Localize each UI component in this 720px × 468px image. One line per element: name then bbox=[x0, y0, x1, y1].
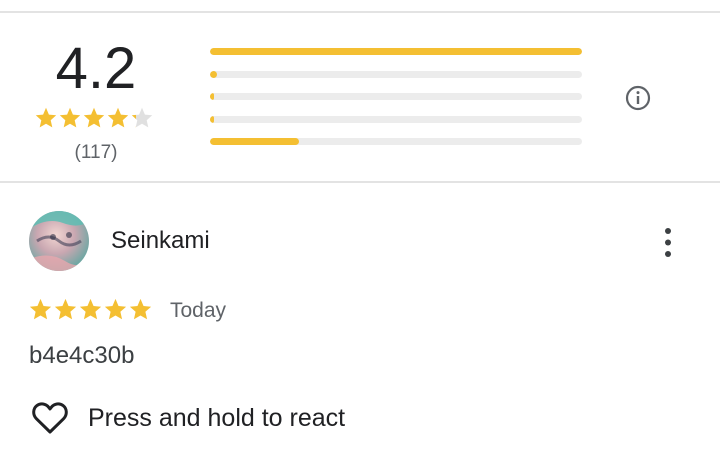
rating-distribution bbox=[210, 48, 582, 161]
rating-bar-fill bbox=[210, 70, 218, 78]
section-divider bbox=[0, 181, 720, 183]
review-text: b4e4c30b bbox=[29, 342, 135, 369]
avatar[interactable] bbox=[29, 211, 89, 271]
more-options-button[interactable] bbox=[654, 224, 682, 262]
rating-bar-4 bbox=[210, 70, 582, 78]
rating-bar-5 bbox=[210, 48, 582, 55]
review-count: (117) bbox=[74, 142, 118, 163]
star-icon bbox=[129, 298, 152, 320]
rating-bar-fill bbox=[210, 138, 300, 145]
star-icon bbox=[104, 298, 127, 320]
rating-bar-1 bbox=[210, 138, 582, 145]
rating-bar-3 bbox=[210, 93, 582, 100]
average-stars bbox=[34, 106, 154, 136]
heart-outline-icon bbox=[32, 402, 68, 434]
rating-bar-2 bbox=[210, 115, 582, 123]
rating-bar-fill bbox=[210, 115, 215, 123]
star-icon bbox=[29, 298, 52, 320]
rating-bar-fill bbox=[210, 93, 215, 100]
react-button[interactable]: Press and hold to react bbox=[30, 398, 345, 438]
star-icon bbox=[54, 298, 77, 320]
review-date: Today bbox=[170, 299, 227, 322]
star-icon bbox=[35, 107, 57, 128]
react-label: Press and hold to react bbox=[88, 404, 346, 432]
star-icon bbox=[79, 298, 102, 320]
review-author[interactable]: Seinkami bbox=[111, 226, 210, 256]
review-stars bbox=[28, 297, 153, 327]
info-icon bbox=[625, 85, 651, 111]
top-divider bbox=[0, 11, 720, 13]
more-vert-icon bbox=[665, 228, 671, 257]
average-rating: 4.2 bbox=[55, 36, 137, 101]
star-icon bbox=[131, 107, 153, 128]
star-icon bbox=[83, 107, 105, 128]
rating-bar-fill bbox=[210, 48, 582, 55]
star-icon bbox=[59, 107, 81, 128]
star-icon bbox=[107, 107, 129, 128]
info-button[interactable] bbox=[624, 84, 652, 112]
